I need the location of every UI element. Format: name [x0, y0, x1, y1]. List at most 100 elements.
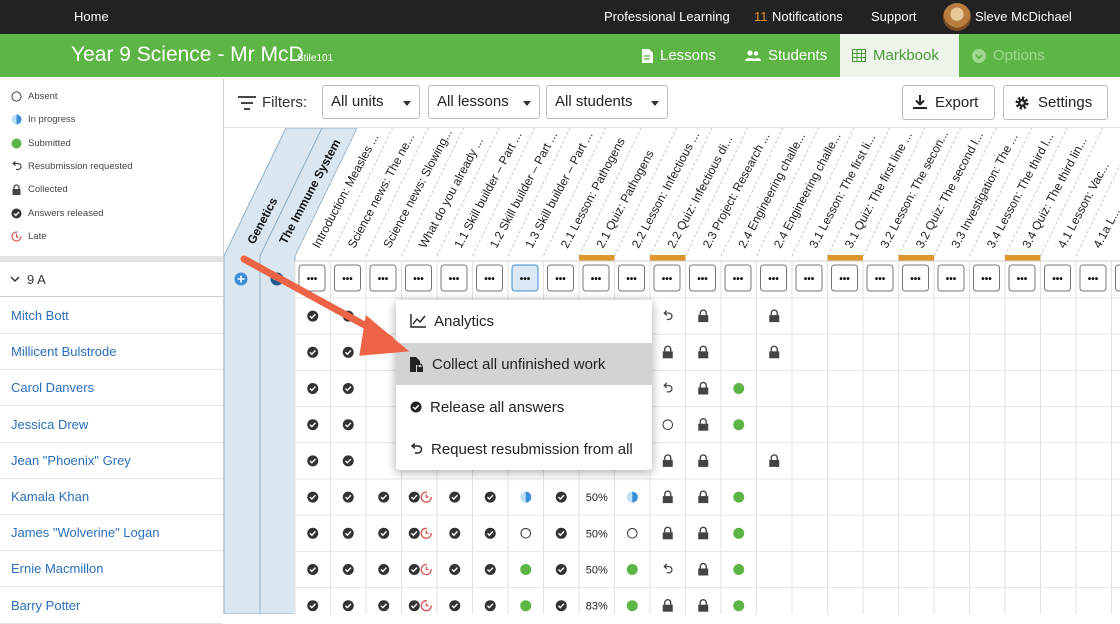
lesson-header[interactable]: 3.2 Lesson: The secon... [877, 128, 951, 250]
lock-icon[interactable] [700, 564, 706, 569]
student-name[interactable]: Barry Potter [11, 598, 80, 613]
student-row[interactable]: Carol Danvers [0, 370, 223, 406]
lock-icon[interactable] [700, 527, 706, 532]
lock-icon[interactable] [700, 600, 706, 605]
lock-icon[interactable] [700, 310, 706, 315]
notifications-count[interactable]: 11 [754, 9, 768, 24]
lesson-header[interactable]: 3.4 Lesson: The third l... [984, 130, 1057, 250]
absent-icon[interactable] [663, 420, 673, 430]
lessons-dropdown[interactable]: All lessons [428, 85, 540, 119]
student-name[interactable]: Ernie Macmillon [11, 561, 103, 576]
submitted-icon[interactable] [733, 383, 744, 394]
support-link[interactable]: Support [871, 9, 917, 24]
student-row[interactable]: Kamala Khan [0, 479, 223, 515]
lesson-header[interactable]: 2.2 Quiz: Infectious di... [664, 133, 735, 250]
lesson-header[interactable]: 3.1 Quiz: The first line ... [842, 129, 915, 250]
notifications-link[interactable]: Notifications [772, 9, 843, 24]
student-row[interactable]: James "Wolverine" Logan [0, 515, 223, 551]
student-name[interactable]: James "Wolverine" Logan [11, 525, 159, 540]
lesson-header[interactable]: 2.4 Engineering challe... [735, 130, 808, 250]
student-row[interactable]: Jean "Phoenix" Grey [0, 443, 223, 479]
user-name[interactable]: Sleve McDichael [975, 9, 1072, 24]
lesson-header[interactable]: 4.1a L... [1090, 206, 1120, 251]
submitted-icon[interactable] [520, 600, 531, 611]
student-row[interactable]: Mitch Bott [0, 298, 223, 334]
student-row[interactable]: Millicent Bulstrode [0, 334, 223, 370]
lock-icon[interactable] [665, 346, 671, 351]
score-value[interactable]: 50% [586, 565, 608, 577]
student-name[interactable]: Millicent Bulstrode [11, 344, 117, 359]
export-label: Export [935, 94, 978, 111]
tab-options[interactable]: Options [960, 34, 1057, 77]
lesson-header[interactable]: 1.1 Skill builder – Part ... [451, 129, 524, 250]
lock-icon[interactable] [665, 455, 671, 460]
filters-label: Filters: [262, 94, 307, 111]
settings-button[interactable]: Settings [1003, 85, 1108, 120]
students-dropdown[interactable]: All students [546, 85, 668, 119]
lock-icon[interactable] [700, 419, 706, 424]
lesson-header[interactable]: 2.4 Engineering challe... [771, 130, 844, 250]
release-answers-label: Release all answers [430, 399, 564, 416]
gear-icon [1014, 95, 1030, 111]
lock-icon[interactable] [771, 310, 777, 315]
absent-icon[interactable] [521, 529, 531, 539]
units-dropdown[interactable]: All units [322, 85, 420, 119]
lesson-header[interactable]: 2.3 Project: Research ... [700, 130, 773, 250]
lesson-header[interactable]: What do you already ... [416, 135, 486, 251]
lesson-header[interactable]: 3.2 Quiz: The second l... [913, 129, 986, 250]
lesson-header[interactable]: 3.3 Investigation: The ... [948, 131, 1020, 250]
class-group-row[interactable]: 9 A [0, 262, 223, 297]
submitted-icon[interactable] [733, 419, 744, 430]
class-group-label: 9 A [27, 272, 46, 287]
request-resubmission-menu-item[interactable]: Request resubmission from all [396, 428, 652, 470]
score-value[interactable]: 50% [586, 528, 608, 540]
submitted-icon[interactable] [627, 564, 638, 575]
submitted-icon[interactable] [733, 492, 744, 503]
more-icon: ••• [413, 274, 424, 285]
absent-icon[interactable] [627, 529, 637, 539]
student-name[interactable]: Jessica Drew [11, 417, 88, 432]
more-icon: ••• [662, 274, 673, 285]
lock-icon[interactable] [700, 455, 706, 460]
lock-icon[interactable] [665, 600, 671, 605]
collect-unfinished-menu-item[interactable]: Collect all unfinished work [396, 343, 652, 385]
submitted-icon[interactable] [733, 600, 744, 611]
lesson-header[interactable]: 3.4 Quiz: The third lin... [1019, 134, 1090, 250]
analytics-menu-item[interactable]: Analytics [396, 300, 652, 342]
avatar[interactable] [943, 3, 971, 31]
student-row[interactable]: Barry Potter [0, 588, 223, 624]
lesson-header[interactable]: 1.3 Skill builder – Part ... [522, 129, 595, 250]
lock-icon[interactable] [700, 346, 706, 351]
release-answers-menu-item[interactable]: Release all answers [396, 386, 652, 428]
lock-icon[interactable] [771, 455, 777, 460]
submitted-icon[interactable] [627, 600, 638, 611]
student-name[interactable]: Kamala Khan [11, 489, 89, 504]
lock-icon[interactable] [700, 383, 706, 388]
tab-markbook[interactable]: Markbook [840, 34, 959, 77]
student-name[interactable]: Jean "Phoenix" Grey [11, 453, 131, 468]
tab-lessons[interactable]: Lessons [629, 34, 728, 77]
lesson-more-button[interactable] [1116, 265, 1120, 291]
student-row[interactable]: Ernie Macmillon [0, 551, 223, 587]
lock-icon[interactable] [700, 491, 706, 496]
home-link[interactable]: Home [74, 9, 109, 24]
student-name[interactable]: Mitch Bott [11, 308, 69, 323]
lesson-header[interactable]: 2.1 Lesson: Pathogens [558, 135, 628, 250]
lock-icon[interactable] [665, 527, 671, 532]
student-name[interactable]: Carol Danvers [11, 380, 94, 395]
score-value[interactable]: 50% [586, 492, 608, 504]
lock-icon[interactable] [665, 491, 671, 496]
submitted-icon[interactable] [733, 564, 744, 575]
lesson-header[interactable]: 2.2 Lesson: Infectious ... [629, 129, 702, 250]
lesson-header[interactable]: 3.1 Lesson: The first li... [806, 132, 878, 251]
submitted-icon[interactable] [520, 564, 531, 575]
lock-icon[interactable] [771, 346, 777, 351]
professional-learning-link[interactable]: Professional Learning [604, 9, 730, 24]
submitted-icon[interactable] [733, 528, 744, 539]
export-button[interactable]: Export [902, 85, 995, 120]
tab-students[interactable]: Students [733, 34, 839, 77]
lesson-header[interactable]: 1.2 Skill builder – Part ... [487, 129, 560, 250]
lesson-header[interactable]: Science news: The ne... [345, 131, 417, 250]
student-row[interactable]: Jessica Drew [0, 407, 223, 443]
score-value[interactable]: 83% [586, 601, 608, 613]
